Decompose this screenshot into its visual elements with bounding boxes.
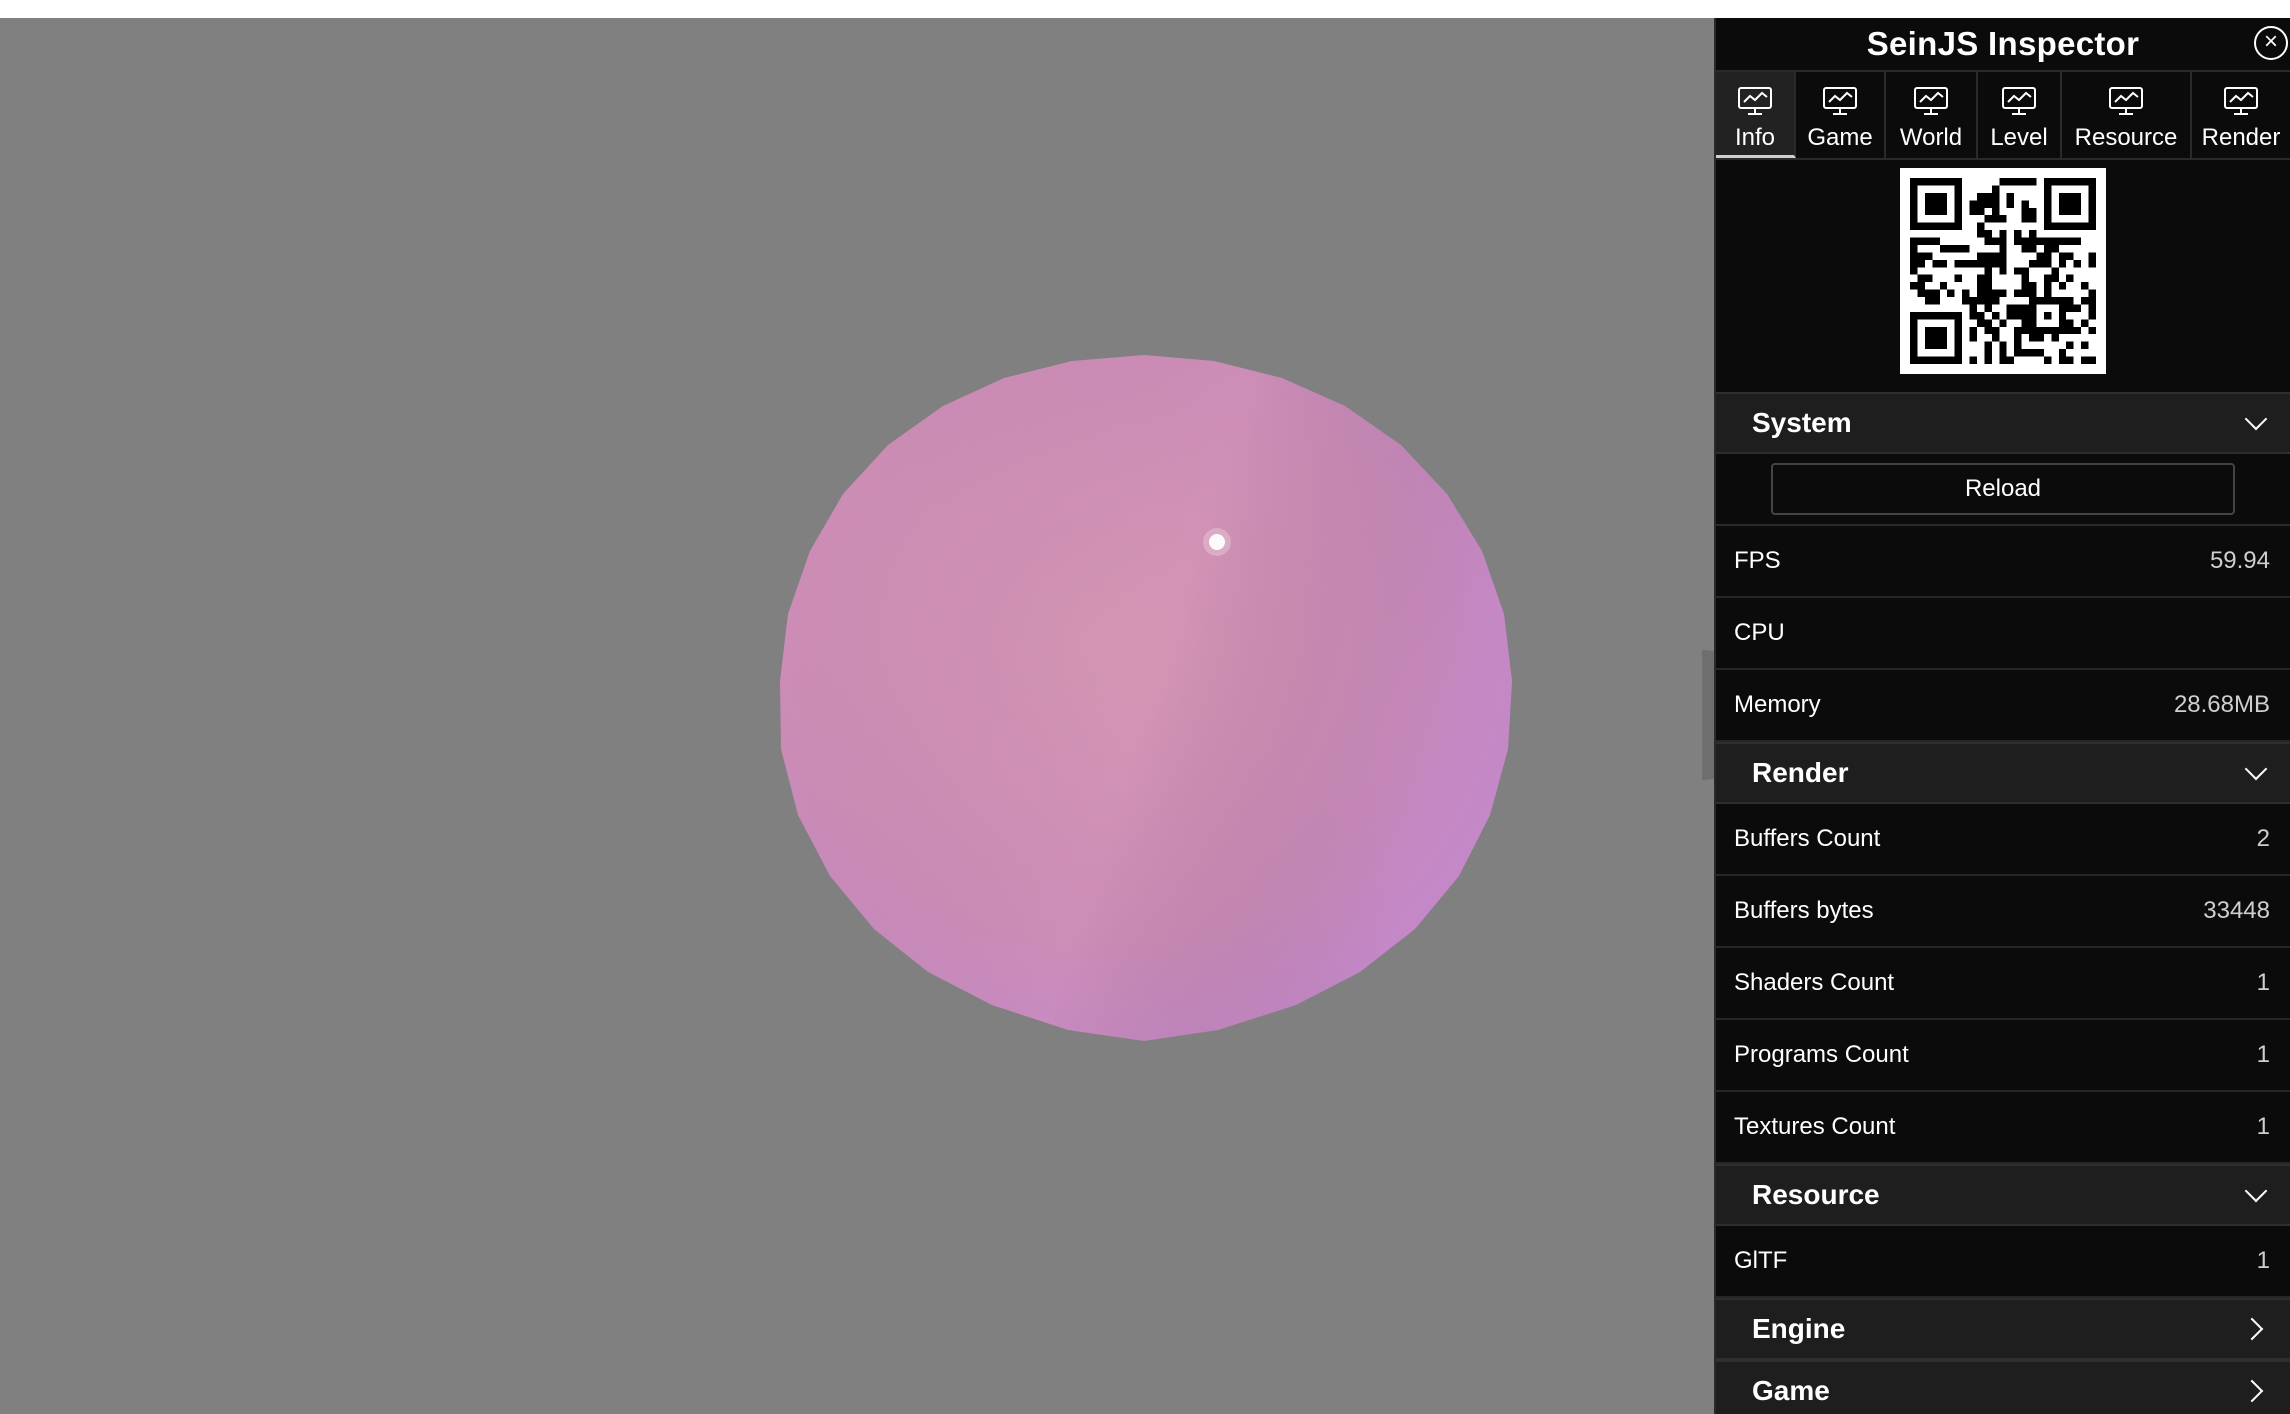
qr-code-area xyxy=(1716,160,2290,392)
inspector-panel: SeinJS Inspector × Info Game World Level… xyxy=(1714,18,2290,1414)
stat-label: Buffers Count xyxy=(1734,825,1881,852)
qr-code-icon xyxy=(1900,168,2106,374)
section-title: Game xyxy=(1752,1375,1830,1406)
tab-render[interactable]: Render xyxy=(2192,72,2290,158)
section-resource-header[interactable]: Resource xyxy=(1716,1164,2290,1226)
stat-row-cpu: CPU xyxy=(1716,598,2290,670)
tab-label: World xyxy=(1899,124,1963,151)
stat-value: 33448 xyxy=(2203,897,2270,924)
scene-canvas xyxy=(780,355,1512,1041)
tab-resource[interactable]: Resource xyxy=(2062,72,2192,158)
stat-value: 59.94 xyxy=(2209,547,2270,574)
stat-value: 1 xyxy=(2256,1247,2270,1274)
tab-label: Resource xyxy=(2074,124,2178,151)
stat-label: FPS xyxy=(1734,547,1781,574)
reload-row: Reload xyxy=(1716,454,2290,526)
stat-row-fps: FPS 59.94 xyxy=(1716,526,2290,598)
section-game-header[interactable]: Game xyxy=(1716,1360,2290,1414)
stat-row-buffers-count: Buffers Count 2 xyxy=(1716,804,2290,876)
stat-row-memory: Memory 28.68MB xyxy=(1716,670,2290,742)
monitor-chart-icon xyxy=(2109,87,2143,115)
monitor-chart-icon xyxy=(2224,87,2258,115)
stat-row-textures-count: Textures Count 1 xyxy=(1716,1092,2290,1164)
reload-button[interactable]: Reload xyxy=(1771,463,2235,515)
stat-label: Textures Count xyxy=(1734,1113,1896,1140)
section-title: Resource xyxy=(1752,1179,1880,1210)
chevron-right-icon xyxy=(2240,1317,2264,1341)
close-button[interactable]: × xyxy=(2254,26,2288,60)
monitor-chart-icon xyxy=(1823,87,1857,115)
section-engine-header[interactable]: Engine xyxy=(1716,1298,2290,1360)
scene-viewport[interactable] xyxy=(0,18,1714,1414)
inspector-tabs: Info Game World Level Resource Render xyxy=(1716,70,2290,160)
stat-row-programs-count: Programs Count 1 xyxy=(1716,1020,2290,1092)
section-title: Render xyxy=(1752,757,1849,788)
pink-sphere xyxy=(780,355,1512,1041)
stat-label: Buffers bytes xyxy=(1734,897,1874,924)
tab-label: Render xyxy=(2201,124,2281,151)
stat-value: 1 xyxy=(2256,969,2270,996)
tab-level[interactable]: Level xyxy=(1978,72,2062,158)
inspector-title: SeinJS Inspector xyxy=(1866,25,2140,62)
chevron-down-icon xyxy=(2244,407,2268,431)
tab-label: Level xyxy=(1990,124,2048,151)
section-render-header[interactable]: Render xyxy=(1716,742,2290,804)
monitor-chart-icon xyxy=(1738,87,1772,115)
stat-label: CPU xyxy=(1734,619,1785,646)
stat-value: 1 xyxy=(2256,1113,2270,1140)
stat-label: Programs Count xyxy=(1734,1041,1909,1068)
monitor-chart-icon xyxy=(2002,87,2036,115)
tab-label: Game xyxy=(1807,124,1873,151)
stat-row-gltf: GlTF 1 xyxy=(1716,1226,2290,1298)
stat-value: 28.68MB xyxy=(2173,691,2270,718)
stat-value: 2 xyxy=(2256,825,2270,852)
inspector-header: SeinJS Inspector × xyxy=(1716,18,2290,70)
section-title: Engine xyxy=(1752,1313,1846,1344)
close-icon: × xyxy=(2263,28,2278,55)
chevron-right-icon xyxy=(2240,1379,2264,1403)
tab-label: Info xyxy=(1734,124,1776,151)
tab-game[interactable]: Game xyxy=(1796,72,1886,158)
stat-label: Memory xyxy=(1734,691,1821,718)
chevron-down-icon xyxy=(2244,757,2268,781)
stat-label: GlTF xyxy=(1734,1247,1788,1274)
tab-info[interactable]: Info xyxy=(1716,72,1796,158)
stat-row-shaders-count: Shaders Count 1 xyxy=(1716,948,2290,1020)
tab-world[interactable]: World xyxy=(1886,72,1978,158)
chevron-down-icon xyxy=(2244,1179,2268,1203)
stat-label: Shaders Count xyxy=(1734,969,1895,996)
section-system-header[interactable]: System xyxy=(1716,392,2290,454)
section-title: System xyxy=(1752,407,1852,438)
stat-row-buffers-bytes: Buffers bytes 33448 xyxy=(1716,876,2290,948)
monitor-chart-icon xyxy=(1914,87,1948,115)
stat-value: 1 xyxy=(2256,1041,2270,1068)
